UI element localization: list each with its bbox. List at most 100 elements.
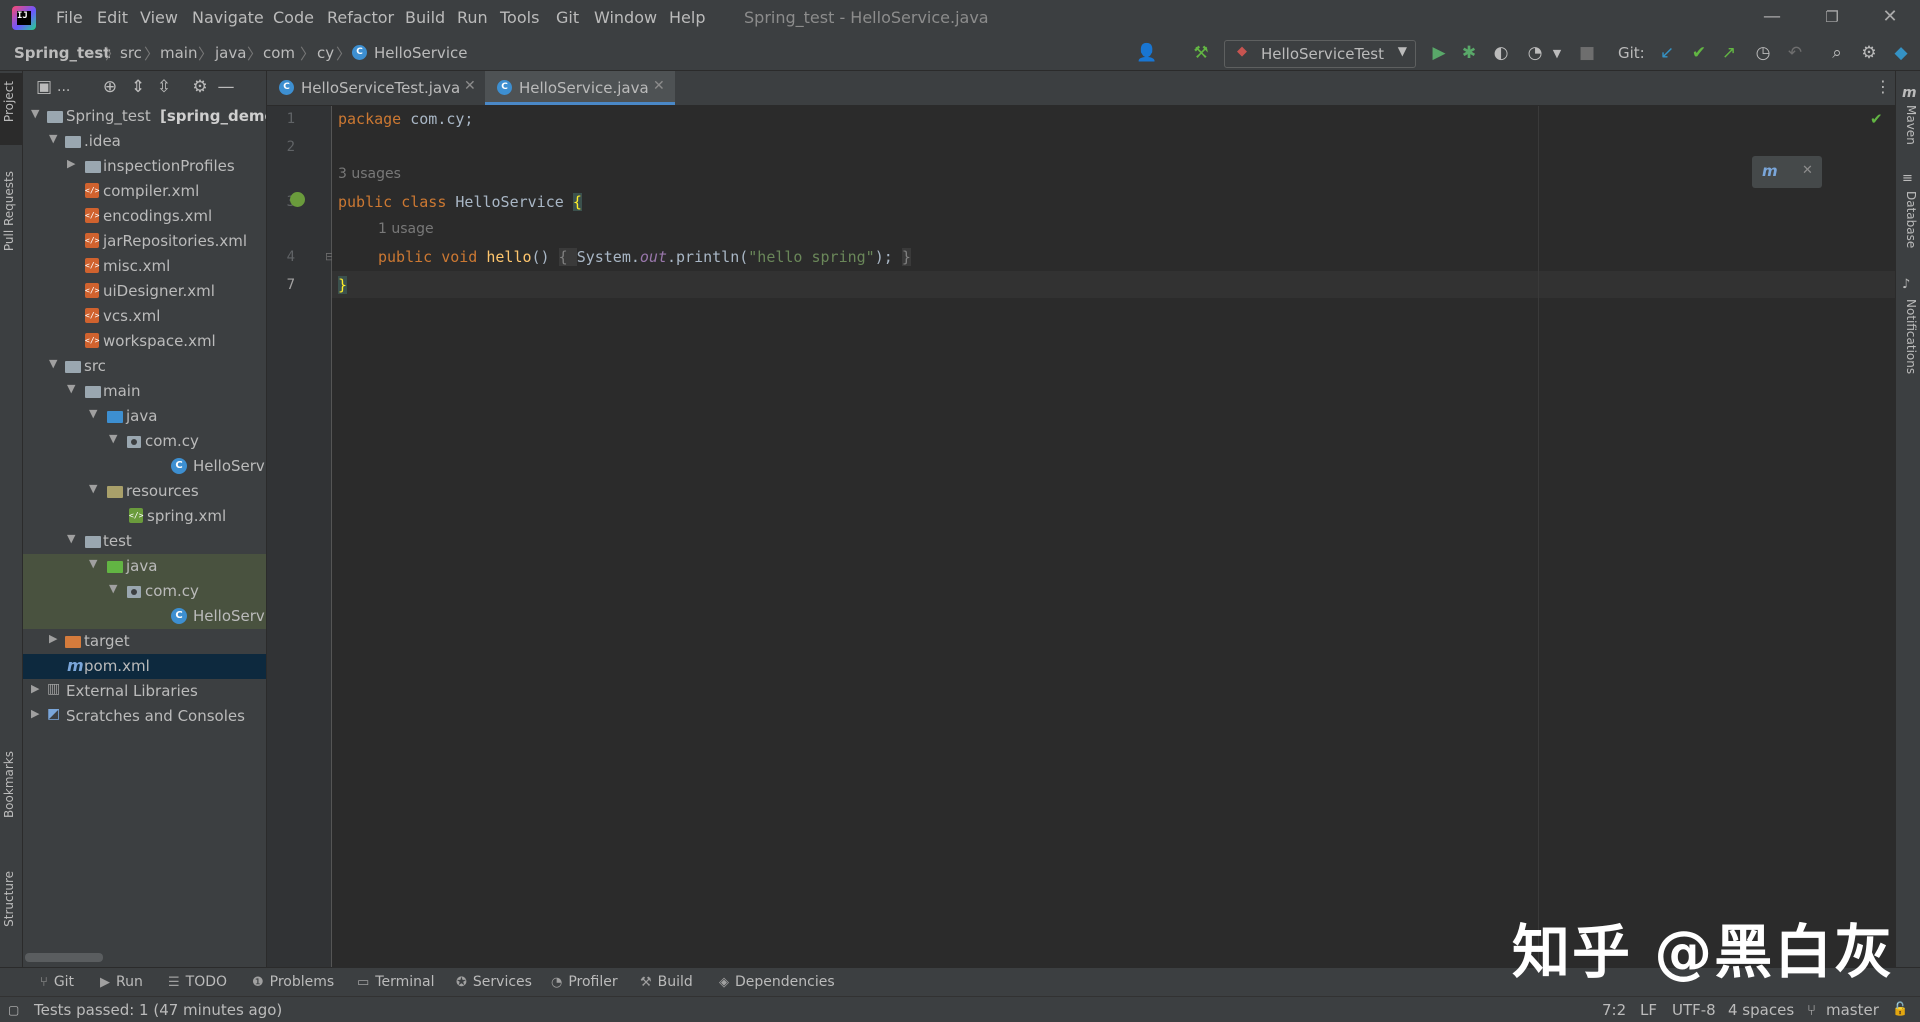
coverage-icon[interactable]: ◐ bbox=[1490, 43, 1512, 63]
git-push-icon[interactable]: ↗ bbox=[1718, 43, 1740, 63]
tab-hello-service[interactable]: C HelloService.java ✕ bbox=[485, 71, 675, 105]
menu-code[interactable]: Code bbox=[273, 8, 314, 27]
menu-navigate[interactable]: Navigate bbox=[192, 8, 264, 27]
restore-icon[interactable]: ❐ bbox=[1820, 8, 1844, 26]
tree-item-pom-xml[interactable]: m pom.xml bbox=[23, 654, 266, 679]
expand-all-icon[interactable]: ⇕ bbox=[127, 77, 149, 97]
history-icon[interactable]: ◷ bbox=[1752, 43, 1774, 63]
menu-build[interactable]: Build bbox=[405, 8, 445, 27]
menu-run[interactable]: Run bbox=[457, 8, 488, 27]
more-tabs-icon[interactable]: ⋮ bbox=[1875, 77, 1891, 96]
tree-item-main-com-cy[interactable]: ▼ com.cy bbox=[23, 429, 266, 454]
indent-setting[interactable]: 4 spaces bbox=[1728, 1001, 1794, 1019]
breadcrumb-java[interactable]: java bbox=[215, 44, 246, 62]
tree-item-jar-repositories-xml[interactable]: </> jarRepositories.xml bbox=[23, 229, 266, 254]
rollback-icon[interactable]: ↶ bbox=[1784, 43, 1806, 63]
tree-item-encodings-xml[interactable]: </> encodings.xml bbox=[23, 204, 266, 229]
close-window-icon[interactable]: ✕ bbox=[1878, 6, 1902, 27]
minimize-icon[interactable]: — bbox=[1760, 6, 1784, 27]
tool-tab-structure[interactable]: Structure bbox=[2, 871, 20, 927]
tool-dependencies[interactable]: ◈ Dependencies bbox=[719, 974, 835, 990]
breadcrumb-class[interactable]: HelloService bbox=[374, 44, 467, 62]
tree-item-main[interactable]: ▼ main bbox=[23, 379, 266, 404]
tool-tab-notifications[interactable]: Notifications bbox=[1900, 299, 1918, 374]
tree-item-main-java[interactable]: ▼ java bbox=[23, 404, 266, 429]
tree-item-workspace-xml[interactable]: </> workspace.xml bbox=[23, 329, 266, 354]
tool-tab-project[interactable]: Project bbox=[2, 81, 20, 122]
tree-item-test-java[interactable]: ▼ java bbox=[23, 554, 266, 579]
stop-icon[interactable]: ■ bbox=[1576, 43, 1598, 63]
locate-target-icon[interactable]: ⊕ bbox=[99, 77, 121, 97]
breadcrumb-cy[interactable]: cy bbox=[317, 44, 334, 62]
tool-todo[interactable]: ☰ TODO bbox=[168, 974, 227, 990]
git-branch[interactable]: master bbox=[1826, 1001, 1879, 1019]
tree-item-spring-test[interactable]: ▼ Spring_test [spring_demo] bbox=[23, 104, 266, 129]
close-tab-icon[interactable]: ✕ bbox=[653, 78, 665, 94]
tree-item-external-libraries[interactable]: ▶ ▥ External Libraries bbox=[23, 679, 266, 704]
tree-item-hello-service[interactable]: C HelloService bbox=[23, 454, 266, 479]
search-icon[interactable]: ⌕ bbox=[1826, 43, 1848, 63]
tree-item-compiler-xml[interactable]: </> compiler.xml bbox=[23, 179, 266, 204]
tool-tab-bookmarks[interactable]: Bookmarks bbox=[2, 751, 20, 818]
spring-bean-icon[interactable] bbox=[290, 192, 305, 207]
tree-item-target[interactable]: ▶ target bbox=[23, 629, 266, 654]
tree-item-vcs-xml[interactable]: </> vcs.xml bbox=[23, 304, 266, 329]
tree-item-inspection-profiles[interactable]: ▶ inspectionProfiles bbox=[23, 154, 266, 179]
tree-item-idea[interactable]: ▼ .idea bbox=[23, 129, 266, 154]
menu-view[interactable]: View bbox=[140, 8, 178, 27]
intellij-logo-icon[interactable]: IJ bbox=[12, 6, 36, 30]
code-editor[interactable]: package com.cy; 3 usages public class He… bbox=[332, 106, 1895, 967]
menu-git[interactable]: Git bbox=[556, 8, 579, 27]
file-encoding[interactable]: UTF-8 bbox=[1672, 1001, 1716, 1019]
tab-hello-service-test[interactable]: C HelloServiceTest.java ✕ bbox=[267, 71, 485, 105]
tree-item-scratches[interactable]: ▶ ◩ Scratches and Consoles bbox=[23, 704, 266, 729]
hide-panel-icon[interactable]: — bbox=[215, 77, 237, 97]
breadcrumb-com[interactable]: com bbox=[263, 44, 295, 62]
chevron-down-icon[interactable]: ▼ bbox=[1546, 47, 1568, 60]
menu-window[interactable]: Window bbox=[594, 8, 657, 27]
menu-refactor[interactable]: Refactor bbox=[327, 8, 394, 27]
git-update-icon[interactable]: ↙ bbox=[1656, 43, 1678, 63]
tool-problems[interactable]: ❶ Problems bbox=[252, 974, 334, 990]
run-icon[interactable]: ▶ bbox=[1428, 43, 1450, 63]
tree-item-misc-xml[interactable]: </> misc.xml bbox=[23, 254, 266, 279]
tree-item-src[interactable]: ▼ src bbox=[23, 354, 266, 379]
lock-icon[interactable]: 🔓 bbox=[1892, 1002, 1908, 1017]
toolbox-icon[interactable]: ◆ bbox=[1890, 43, 1912, 63]
toggle-tool-windows-icon[interactable]: ▢ bbox=[8, 1003, 19, 1017]
breadcrumb-project[interactable]: Spring_test bbox=[14, 44, 110, 62]
user-icon[interactable]: 👤 bbox=[1136, 43, 1158, 63]
menu-tools[interactable]: Tools bbox=[500, 8, 539, 27]
tool-git[interactable]: ⑂ Git bbox=[40, 974, 74, 990]
project-view-icon[interactable]: ▣ bbox=[33, 77, 55, 97]
tool-terminal[interactable]: ▭ Terminal bbox=[357, 974, 434, 990]
status-message[interactable]: Tests passed: 1 (47 minutes ago) bbox=[34, 1001, 282, 1019]
settings-gear-icon[interactable]: ⚙ bbox=[1858, 43, 1880, 63]
tree-item-spring-xml[interactable]: </> spring.xml bbox=[23, 504, 266, 529]
profile-icon[interactable]: ◔ bbox=[1524, 43, 1546, 63]
tool-tab-maven[interactable]: Maven bbox=[1900, 105, 1918, 145]
tree-item-test[interactable]: ▼ test bbox=[23, 529, 266, 554]
close-popup-icon[interactable]: ✕ bbox=[1802, 163, 1813, 178]
tree-item-uidesigner-xml[interactable]: </> uiDesigner.xml bbox=[23, 279, 266, 304]
tree-item-hello-service-test[interactable]: C HelloServiceTest bbox=[23, 604, 266, 629]
menu-file[interactable]: File bbox=[56, 8, 83, 27]
horizontal-scrollbar[interactable] bbox=[25, 953, 103, 962]
breadcrumb-main[interactable]: main bbox=[160, 44, 197, 62]
tool-build[interactable]: ⚒ Build bbox=[640, 974, 693, 990]
class-usages-hint[interactable]: 3 usages bbox=[338, 166, 401, 182]
project-view-label[interactable]: ... bbox=[57, 79, 70, 95]
method-usages-hint[interactable]: 1 usage bbox=[378, 221, 434, 237]
collapse-all-icon[interactable]: ⇳ bbox=[153, 77, 175, 97]
maven-reload-icon[interactable]: m bbox=[1762, 162, 1778, 180]
git-commit-icon[interactable]: ✔ bbox=[1688, 43, 1710, 63]
tool-services[interactable]: ✪ Services bbox=[456, 974, 532, 990]
build-hammer-icon[interactable]: ⚒ bbox=[1190, 43, 1212, 63]
tool-tab-pull-requests[interactable]: Pull Requests bbox=[2, 171, 20, 251]
line-separator[interactable]: LF bbox=[1640, 1001, 1657, 1019]
tool-tab-database[interactable]: Database bbox=[1900, 191, 1918, 248]
caret-position[interactable]: 7:2 bbox=[1602, 1001, 1626, 1019]
menu-edit[interactable]: Edit bbox=[97, 8, 128, 27]
tree-item-resources[interactable]: ▼ resources bbox=[23, 479, 266, 504]
close-tab-icon[interactable]: ✕ bbox=[464, 78, 476, 94]
